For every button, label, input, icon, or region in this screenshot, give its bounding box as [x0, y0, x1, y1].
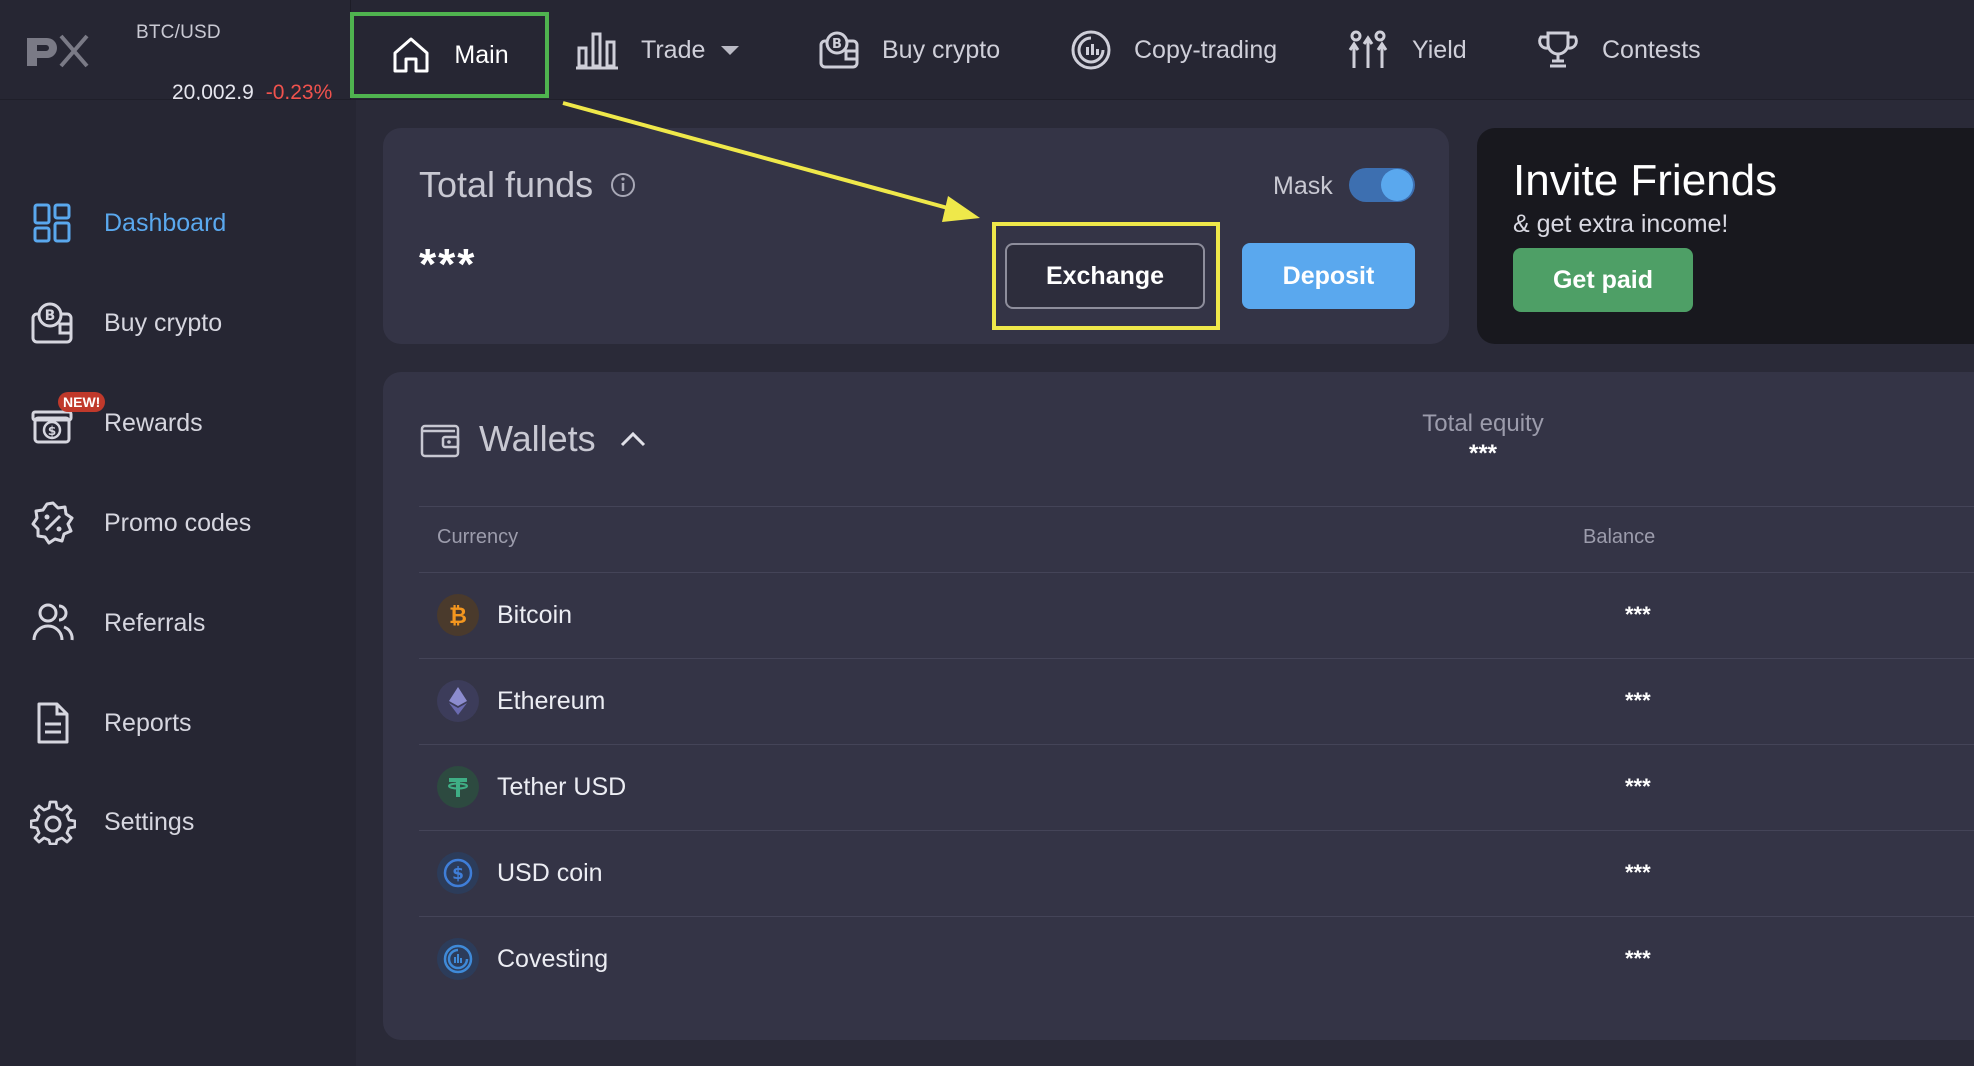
currency-name: USD coin	[497, 858, 603, 887]
currency-name: Ethereum	[497, 686, 606, 715]
nav-copy-trading[interactable]: Copy-trading	[1070, 0, 1277, 100]
sidebar-item-label: Rewards	[104, 408, 203, 437]
home-icon	[393, 37, 429, 73]
sidebar-item-promo-codes[interactable]: Promo codes	[30, 493, 251, 553]
invite-friends-card: Invite Friends & get extra income! Get p…	[1477, 128, 1974, 344]
wallet-row-ethereum[interactable]: Ethereum ***	[419, 658, 1974, 744]
wallets-title: Wallets	[479, 418, 596, 459]
sidebar: Dashboard B Buy crypto $ NEW! Rewards Pr…	[0, 100, 356, 1066]
total-equity-label: Total equity	[1422, 410, 1544, 437]
dashboard-icon	[30, 200, 76, 246]
sidebar-item-buy-crypto[interactable]: B Buy crypto	[30, 293, 222, 353]
new-badge: NEW!	[58, 392, 106, 412]
trophy-icon	[1538, 31, 1578, 68]
get-paid-button[interactable]: Get paid	[1513, 248, 1693, 312]
svg-text:$: $	[452, 864, 464, 884]
divider	[419, 506, 1974, 507]
sidebar-item-referrals[interactable]: Referrals	[30, 593, 205, 653]
covesting-icon	[437, 938, 479, 980]
gift-icon: $ NEW!	[30, 392, 106, 446]
users-icon	[30, 600, 76, 646]
column-header-currency: Currency	[437, 526, 519, 548]
sidebar-item-rewards[interactable]: $ NEW! Rewards	[30, 392, 203, 453]
currency-name: Bitcoin	[497, 600, 573, 629]
wallet-bitcoin-icon: B	[30, 300, 76, 346]
info-icon[interactable]	[609, 171, 637, 199]
sidebar-item-label: Referrals	[104, 608, 206, 637]
nav-main[interactable]: Main	[350, 12, 549, 98]
toggle-knob	[1381, 169, 1413, 201]
mask-toggle[interactable]	[1349, 168, 1415, 202]
sidebar-item-label: Dashboard	[104, 208, 227, 237]
sidebar-item-dashboard[interactable]: Dashboard	[30, 193, 226, 253]
sidebar-item-reports[interactable]: Reports	[30, 693, 192, 753]
covesting-icon	[1071, 30, 1111, 70]
px-logo-icon	[27, 34, 89, 68]
chevron-down-icon	[721, 45, 740, 55]
nav-contests[interactable]: Contests	[1536, 0, 1701, 100]
svg-text:$: $	[48, 424, 56, 438]
sidebar-item-label: Buy crypto	[104, 308, 223, 337]
bar-chart-icon	[576, 32, 618, 70]
primexbt-logo[interactable]	[0, 0, 112, 100]
wallet-bitcoin-icon: B	[819, 31, 859, 69]
wallets-card: Wallets Total equity *** Currency Balanc…	[383, 372, 1974, 1040]
wallet-row-bitcoin[interactable]: ₿ Bitcoin ***	[419, 572, 1974, 658]
total-funds-value: ***	[419, 240, 477, 289]
svg-text:B: B	[832, 37, 842, 52]
nav-copy-trading-label: Copy-trading	[1134, 35, 1278, 64]
nav-trade-label: Trade	[641, 35, 706, 64]
wallet-row-covesting[interactable]: Covesting ***	[419, 916, 1974, 1002]
wallets-header: Wallets	[419, 418, 648, 460]
top-bar: BTC/USD 20,002.9 -0.23% Main Trade B Buy…	[0, 0, 1974, 104]
currency-balance: ***	[1625, 774, 1651, 799]
wallet-row-usd-coin[interactable]: $ USD coin ***	[419, 830, 1974, 916]
nav-main-label: Main	[454, 40, 509, 69]
yield-icon	[1348, 30, 1388, 68]
invite-title: Invite Friends	[1513, 156, 1778, 205]
nav-buy-crypto[interactable]: B Buy crypto	[818, 0, 1000, 100]
gear-icon	[29, 799, 77, 846]
total-funds-card: Total funds *** Mask	[383, 128, 1449, 344]
ethereum-icon	[437, 680, 479, 722]
wallet-row-tether-usd[interactable]: Tether USD ***	[419, 744, 1974, 830]
exchange-button[interactable]: Exchange	[1005, 243, 1205, 309]
sidebar-item-settings[interactable]: Settings	[29, 792, 195, 852]
nav-yield[interactable]: Yield	[1346, 0, 1467, 100]
currency-balance: ***	[1625, 860, 1651, 885]
btc-usd-ticker[interactable]: BTC/USD 20,002.9 -0.23%	[136, 22, 332, 104]
total-equity-value: ***	[1468, 440, 1498, 467]
sidebar-item-label: Settings	[104, 807, 195, 836]
percent-badge-icon	[30, 500, 76, 546]
svg-text:B: B	[45, 308, 56, 324]
currency-name: Tether USD	[497, 772, 627, 801]
sidebar-item-label: Promo codes	[104, 508, 252, 537]
chevron-up-icon[interactable]	[618, 429, 648, 449]
deposit-button[interactable]: Deposit	[1242, 243, 1415, 309]
currency-balance: ***	[1625, 946, 1651, 971]
tether-icon	[437, 766, 479, 808]
currency-balance: ***	[1625, 688, 1651, 713]
currency-balance: ***	[1625, 602, 1651, 627]
total-funds-title: Total funds	[419, 164, 637, 206]
wallet-icon	[420, 424, 460, 458]
mask-label: Mask	[1273, 172, 1333, 200]
invite-subtitle: & get extra income!	[1513, 210, 1729, 238]
currency-name: Covesting	[497, 944, 609, 973]
bitcoin-icon: ₿	[437, 594, 479, 636]
usd-coin-icon: $	[437, 852, 479, 894]
nav-contests-label: Contests	[1602, 35, 1701, 64]
nav-yield-label: Yield	[1412, 35, 1467, 64]
column-header-balance: Balance	[1583, 526, 1656, 548]
sidebar-item-label: Reports	[104, 708, 192, 737]
document-icon	[30, 700, 76, 746]
svg-text:₿: ₿	[449, 604, 467, 628]
total-funds-label: Total funds	[419, 164, 594, 205]
ticker-pair: BTC/USD	[136, 22, 221, 43]
nav-trade[interactable]: Trade	[575, 0, 740, 100]
nav-buy-crypto-label: Buy crypto	[882, 35, 1001, 64]
